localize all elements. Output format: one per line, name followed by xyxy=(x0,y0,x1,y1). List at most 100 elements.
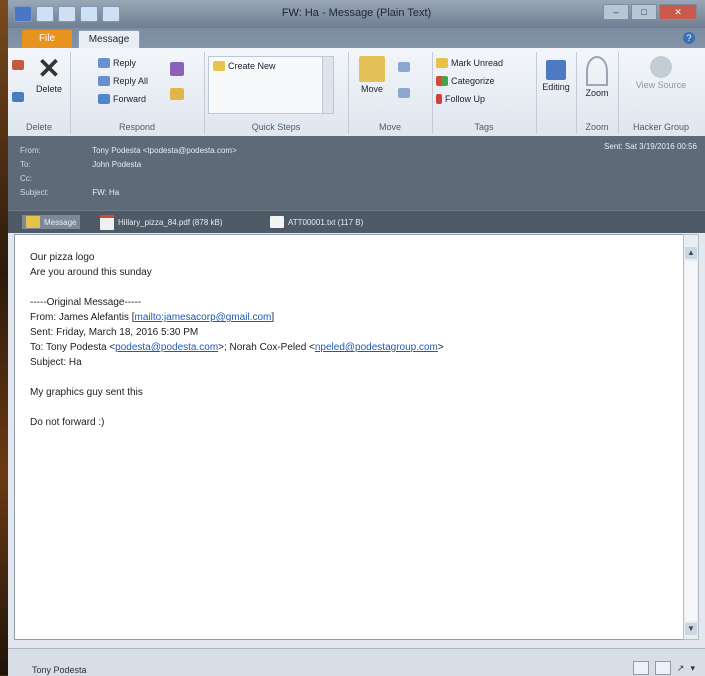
mailto-link[interactable]: mailto:jamesacorp@gmail.com xyxy=(134,312,271,323)
subject-label: Subject: xyxy=(20,188,49,197)
group-label-hacker: Hacker Group xyxy=(632,122,690,132)
from-row: From: Tony Podesta <tpodesta@podesta.com… xyxy=(20,146,237,155)
lightning-icon xyxy=(213,61,225,71)
ribbon-tabs: File Message ? xyxy=(8,28,705,49)
view-source-label: View Source xyxy=(635,80,687,90)
message-text: Our pizza logo Are you around this sunda… xyxy=(30,250,670,430)
expand-arrow-icon[interactable]: ↗ xyxy=(677,663,685,674)
binoculars-icon xyxy=(546,60,566,80)
group-quick-steps: Create New Quick Steps xyxy=(204,52,349,134)
title-bar: FW: Ha - Message (Plain Text) – □ ✕ xyxy=(8,0,705,28)
folder-icon xyxy=(359,56,385,82)
help-icon[interactable]: ? xyxy=(683,32,695,44)
scroll-thumb[interactable] xyxy=(685,261,697,621)
mark-unread-label: Mark Unread xyxy=(451,58,504,68)
view-source-icon xyxy=(650,56,672,78)
cc-row: Cc: xyxy=(20,174,90,183)
group-delete: ✕ Delete Delete xyxy=(8,52,71,134)
vertical-scrollbar[interactable]: ▲ ▼ xyxy=(683,234,699,640)
sent-date: Sent: Sat 3/19/2016 00:56 xyxy=(604,142,697,151)
close-button[interactable]: ✕ xyxy=(659,4,697,20)
scroll-up-arrow-icon[interactable]: ▲ xyxy=(685,247,697,259)
zoom-button[interactable]: Zoom xyxy=(578,56,616,98)
editing-button[interactable]: Editing xyxy=(538,60,574,92)
attachment-message[interactable]: Message xyxy=(22,215,81,229)
body-line: Do not forward :) xyxy=(30,417,105,428)
delete-button[interactable]: ✕ Delete xyxy=(30,53,68,95)
orig-to-mid: >; Norah Cox-Peled < xyxy=(218,342,315,353)
maximize-button[interactable]: □ xyxy=(631,4,657,20)
text-file-icon xyxy=(270,216,284,228)
people-list-icon[interactable] xyxy=(654,661,671,675)
pdf-icon xyxy=(100,214,114,230)
group-label-zoom: Zoom xyxy=(585,122,609,132)
group-tags: Mark Unread Categorize Follow Up Tags xyxy=(432,52,537,134)
attachment-pdf[interactable]: Hillary_pizza_84.pdf (878 kB) xyxy=(100,214,223,230)
group-respond: Reply Reply All Forward Respond xyxy=(70,52,205,134)
tab-file[interactable]: File xyxy=(22,30,72,48)
reply-label: Reply xyxy=(113,58,137,68)
body-line: My graphics guy sent this xyxy=(30,387,143,398)
email-link[interactable]: npeled@podestagroup.com xyxy=(315,342,438,353)
categorize-button[interactable]: Categorize xyxy=(436,76,495,86)
more-respond-button[interactable] xyxy=(170,88,184,100)
people-pane-name[interactable]: Tony Podesta xyxy=(32,665,87,675)
meeting-button[interactable] xyxy=(170,62,184,76)
to-row: To: John Podesta xyxy=(20,160,141,169)
orig-from-suffix: ] xyxy=(271,312,275,323)
message-window: FW: Ha - Message (Plain Text) – □ ✕ File… xyxy=(8,0,705,676)
reply-all-button[interactable]: Reply All xyxy=(98,76,148,86)
attachment-bar: Message Hillary_pizza_84.pdf (878 kB) AT… xyxy=(8,210,705,233)
view-source-button[interactable]: View Source xyxy=(628,56,694,90)
rules-button[interactable] xyxy=(398,62,410,72)
orig-sent-line: Sent: Friday, March 18, 2016 5:30 PM xyxy=(30,327,199,338)
ignore-button[interactable] xyxy=(12,60,24,70)
editing-label: Editing xyxy=(542,82,570,92)
move-label: Move xyxy=(360,84,383,94)
actions-button[interactable] xyxy=(398,88,410,98)
group-zoom: Zoom Zoom xyxy=(576,52,619,134)
from-value[interactable]: Tony Podesta <tpodesta@podesta.com> xyxy=(92,146,237,155)
quick-steps-gallery[interactable]: Create New xyxy=(208,56,334,114)
email-link[interactable]: podesta@podesta.com xyxy=(115,342,218,353)
magnifier-icon xyxy=(586,56,608,86)
reply-icon xyxy=(98,58,110,68)
chevron-down-icon[interactable]: ▾ xyxy=(690,663,695,674)
scroll-down-arrow-icon[interactable]: ▼ xyxy=(685,623,697,635)
create-new-quick-step[interactable]: Create New xyxy=(213,61,276,71)
group-move: Move Move xyxy=(348,52,433,134)
group-label-quick-steps: Quick Steps xyxy=(251,122,301,132)
envelope-icon xyxy=(436,58,448,68)
gallery-scroll[interactable] xyxy=(322,57,333,113)
minimize-button[interactable]: – xyxy=(603,4,629,20)
orig-from-line: From: James Alefantis [mailto:jamesacorp… xyxy=(30,310,670,325)
follow-up-button[interactable]: Follow Up xyxy=(436,94,485,104)
to-label: To: xyxy=(20,160,31,169)
orig-to-suffix: > xyxy=(437,342,444,353)
group-label-move: Move xyxy=(378,122,401,132)
envelope-icon xyxy=(26,216,40,228)
orig-to-text: To: Tony Podesta < xyxy=(30,342,116,353)
mark-unread-button[interactable]: Mark Unread xyxy=(436,58,503,68)
reply-button[interactable]: Reply xyxy=(98,58,136,68)
people-view-icon[interactable] xyxy=(632,661,649,675)
junk-button[interactable] xyxy=(12,92,24,102)
meeting-icon xyxy=(170,62,184,76)
attachment-name: Hillary_pizza_84.pdf (878 kB) xyxy=(118,217,223,227)
group-hacker: View Source Hacker Group xyxy=(618,52,704,134)
ignore-icon xyxy=(12,60,24,70)
cc-label: Cc: xyxy=(20,174,32,183)
tab-message[interactable]: Message xyxy=(78,30,140,49)
categorize-label: Categorize xyxy=(451,76,495,86)
group-editing: Editing xyxy=(536,52,577,134)
delete-label: Delete xyxy=(35,84,62,94)
to-value[interactable]: John Podesta xyxy=(92,160,141,169)
body-line: Our pizza logo xyxy=(30,252,95,263)
window-title: FW: Ha - Message (Plain Text) xyxy=(281,7,432,19)
forward-button[interactable]: Forward xyxy=(98,94,146,104)
delete-x-icon: ✕ xyxy=(37,53,61,84)
move-button[interactable]: Move xyxy=(354,56,390,94)
body-blank xyxy=(30,280,670,295)
subject-value: FW: Ha xyxy=(92,188,120,197)
attachment-txt[interactable]: ATT00001.txt (117 B) xyxy=(270,215,363,229)
